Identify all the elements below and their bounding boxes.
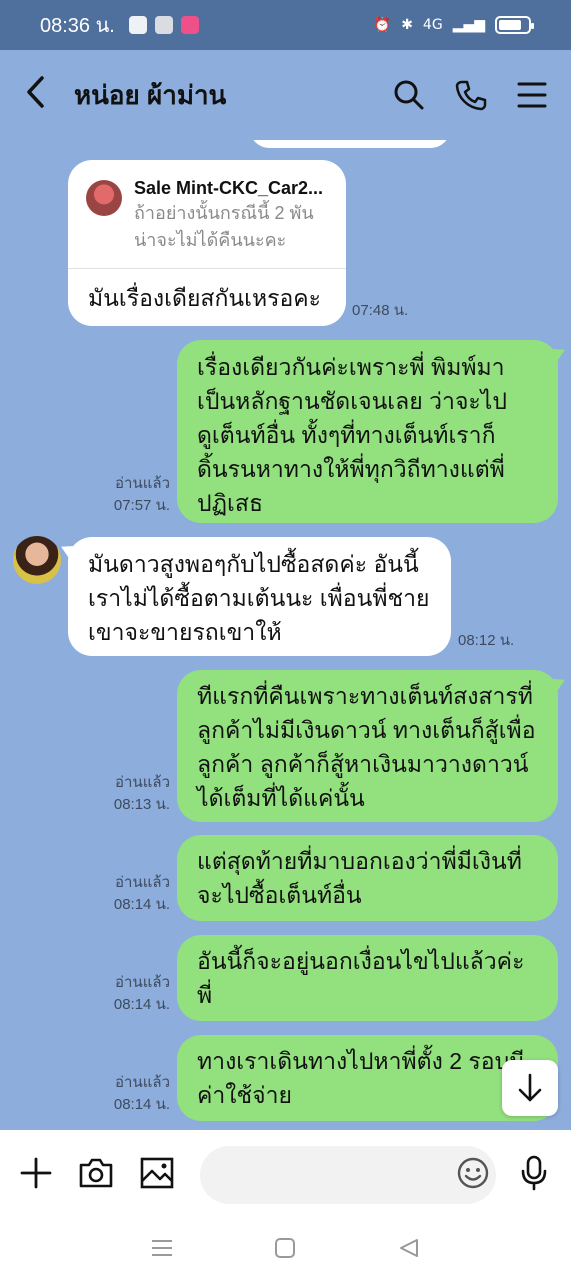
- message-meta: อ่านแล้ว 08:14 น.: [100, 972, 170, 1016]
- back-nav-button[interactable]: [398, 1237, 420, 1263]
- message-input[interactable]: [224, 1164, 456, 1186]
- reply-avatar: [86, 180, 122, 216]
- system-nav-bar: [0, 1220, 571, 1280]
- menu-icon: [151, 1240, 172, 1256]
- message-line: เขาจะขายรถเขาให้: [88, 619, 282, 645]
- message-input-field[interactable]: [200, 1146, 496, 1204]
- back-button[interactable]: [24, 75, 64, 115]
- reply-text: น่าจะไม่ได้คืนนะคะ: [134, 230, 287, 250]
- read-receipt: อ่านแล้ว: [115, 475, 170, 492]
- add-button[interactable]: [20, 1157, 52, 1193]
- message-time: 08:12 น.: [458, 632, 515, 649]
- message-bubble-outgoing[interactable]: เรื่องเดียวกันค่ะเพราะพี่ พิมพ์มา เป็นหล…: [177, 340, 569, 523]
- message-time: 08:14 น.: [113, 996, 170, 1013]
- message-line: เราไม่ได้ซื้อตามเต้นนะ เพื่อนพี่ชาย: [88, 585, 430, 611]
- battery-icon: [495, 16, 534, 34]
- status-time: 08:36 น.: [40, 15, 115, 37]
- message-input-bar: [0, 1130, 571, 1220]
- voice-button[interactable]: [520, 1155, 548, 1195]
- message-text: มันเรื่องเดียสกันเหรอคะ: [88, 285, 322, 311]
- reply-preview[interactable]: Sale Mint-CKC_Car2... ถ้าอย่างนั้นกรณีนี…: [68, 160, 346, 269]
- scroll-to-bottom-button[interactable]: [502, 1060, 558, 1116]
- message-line: จะไปซื้อเต็นท์อื่น: [197, 882, 362, 908]
- chat-header: หน่อย ผ้าม่าน: [0, 50, 571, 140]
- message-line: มันดาวสูงพอๆกับไปซื้อสดค่ะ อันนี้: [88, 551, 419, 577]
- call-button[interactable]: [455, 79, 487, 111]
- message-line: ค่าใช้จ่าย: [197, 1082, 293, 1108]
- message-line: ปฏิเสธ: [197, 490, 263, 516]
- notification-app-icon: [154, 16, 173, 34]
- bubble-tail: [549, 674, 569, 694]
- message-time: 07:57 น.: [113, 497, 170, 514]
- chevron-left-icon: [27, 76, 44, 108]
- emoji-icon: [457, 1157, 489, 1189]
- message-meta: อ่านแล้ว 08:13 น.: [100, 772, 170, 816]
- message-line: เป็นหลักฐานชัดเจนเลย ว่าจะไป: [197, 388, 507, 414]
- reply-sender-name: Sale Mint-CKC_Car2...: [134, 178, 324, 198]
- chat-title: หน่อย ผ้าม่าน: [74, 79, 227, 110]
- message-meta: อ่านแล้ว 08:14 น.: [100, 872, 170, 916]
- status-bar: 08:36 น. ⏰ ✱ 4G ▂▄▆: [0, 0, 571, 50]
- network-label: 4G: [422, 17, 443, 33]
- message-line: ดิ้นรนหาทางให้พี่ทุกวิถีทางแต่พี่: [197, 456, 505, 482]
- microphone-icon: [521, 1155, 547, 1191]
- recent-apps-button[interactable]: [151, 1238, 173, 1262]
- message-meta: อ่านแล้ว 07:57 น.: [100, 473, 170, 517]
- bubble-tail: [549, 344, 569, 364]
- message-bubble-outgoing[interactable]: แต่สุดท้ายที่มาบอกเองว่าพี่มีเงินที่ จะไ…: [177, 835, 558, 921]
- message-line: ได้เต็มที่ได้แค่นั้น: [197, 785, 365, 811]
- camera-button[interactable]: [78, 1157, 114, 1193]
- image-icon: [140, 1157, 174, 1189]
- message-line: ลูกค้า ลูกค้าก็สู้หาเงินมาวางดาวน์: [197, 751, 529, 777]
- message-meta: อ่านแล้ว 08:14 น.: [100, 1072, 170, 1116]
- camera-icon: [79, 1158, 113, 1188]
- plus-icon: [20, 1157, 52, 1189]
- message-time: 08:14 น.: [113, 896, 170, 913]
- notification-app-icon: [180, 16, 199, 34]
- message-bubble-outgoing[interactable]: ทีแรกที่คืนเพราะทางเต็นท์สงสารที่ ลูกค้า…: [177, 670, 569, 822]
- message-line: แต่สุดท้ายที่มาบอกเองว่าพี่มีเงินที่: [197, 848, 522, 874]
- menu-icon: [517, 82, 547, 108]
- read-receipt: อ่านแล้ว: [115, 1074, 170, 1091]
- notification-app-icon: [128, 16, 147, 34]
- bluetooth-icon: ✱: [401, 17, 413, 33]
- back-triangle-icon: [400, 1239, 419, 1257]
- status-app-icons: [128, 16, 199, 34]
- message-line: ดูเต็นท์อื่น ทั้งๆที่ทางเต็นท์เราก็: [197, 422, 496, 448]
- signal-icon: ▂▄▆: [452, 17, 485, 33]
- alarm-icon: ⏰: [373, 17, 392, 33]
- avatar[interactable]: [13, 536, 61, 584]
- read-receipt: อ่านแล้ว: [115, 974, 170, 991]
- read-receipt: อ่านแล้ว: [115, 874, 170, 891]
- menu-button[interactable]: [517, 81, 547, 109]
- emoji-button[interactable]: [456, 1156, 490, 1194]
- message-line: ทีแรกที่คืนเพราะทางเต็นท์สงสารที่: [197, 683, 533, 709]
- reply-text: ถ้าอย่างนั้นกรณีนี้ 2 พัน: [134, 203, 314, 223]
- phone-icon: [455, 80, 487, 111]
- message-line: ลูกค้าไม่มีเงินดาวน์ ทางเต็นก็สู้เพื่อ: [197, 717, 536, 743]
- message-bubble-incoming[interactable]: มันดาวสูงพอๆกับไปซื้อสดค่ะ อันนี้ เราไม่…: [57, 537, 451, 656]
- search-button[interactable]: [393, 79, 425, 111]
- home-button[interactable]: [274, 1237, 296, 1263]
- read-receipt: อ่านแล้ว: [115, 774, 170, 791]
- message-bubble-outgoing[interactable]: ทางเราเดินทางไปหาพี่ตั้ง 2 รอบมี ค่าใช้จ…: [177, 1035, 558, 1121]
- search-icon: [394, 80, 424, 110]
- message-line: อันนี้ก็จะอยู่นอกเงื่อนไขไปแล้วค่ะ: [197, 948, 525, 974]
- message-bubble-incoming[interactable]: Sale Mint-CKC_Car2... ถ้าอย่างนั้นกรณีนี…: [68, 160, 346, 326]
- image-button[interactable]: [140, 1157, 174, 1193]
- message-bubble-outgoing[interactable]: อันนี้ก็จะอยู่นอกเงื่อนไขไปแล้วค่ะ พี่: [177, 935, 558, 1021]
- chat-messages[interactable]: Sale Mint-CKC_Car2... ถ้าอย่างนั้นกรณีนี…: [0, 140, 571, 1130]
- arrow-down-icon: [518, 1073, 542, 1102]
- message-line: ทางเราเดินทางไปหาพี่ตั้ง 2 รอบมี: [197, 1048, 525, 1074]
- message-time: 07:48 น.: [352, 302, 409, 319]
- message-time: 08:14 น.: [113, 1096, 170, 1113]
- home-icon: [275, 1238, 296, 1258]
- message-line: เรื่องเดียวกันค่ะเพราะพี่ พิมพ์มา: [197, 354, 505, 380]
- message-line: พี่: [197, 982, 213, 1008]
- message-bubble-partial: [250, 140, 450, 148]
- message-time: 08:13 น.: [113, 796, 170, 813]
